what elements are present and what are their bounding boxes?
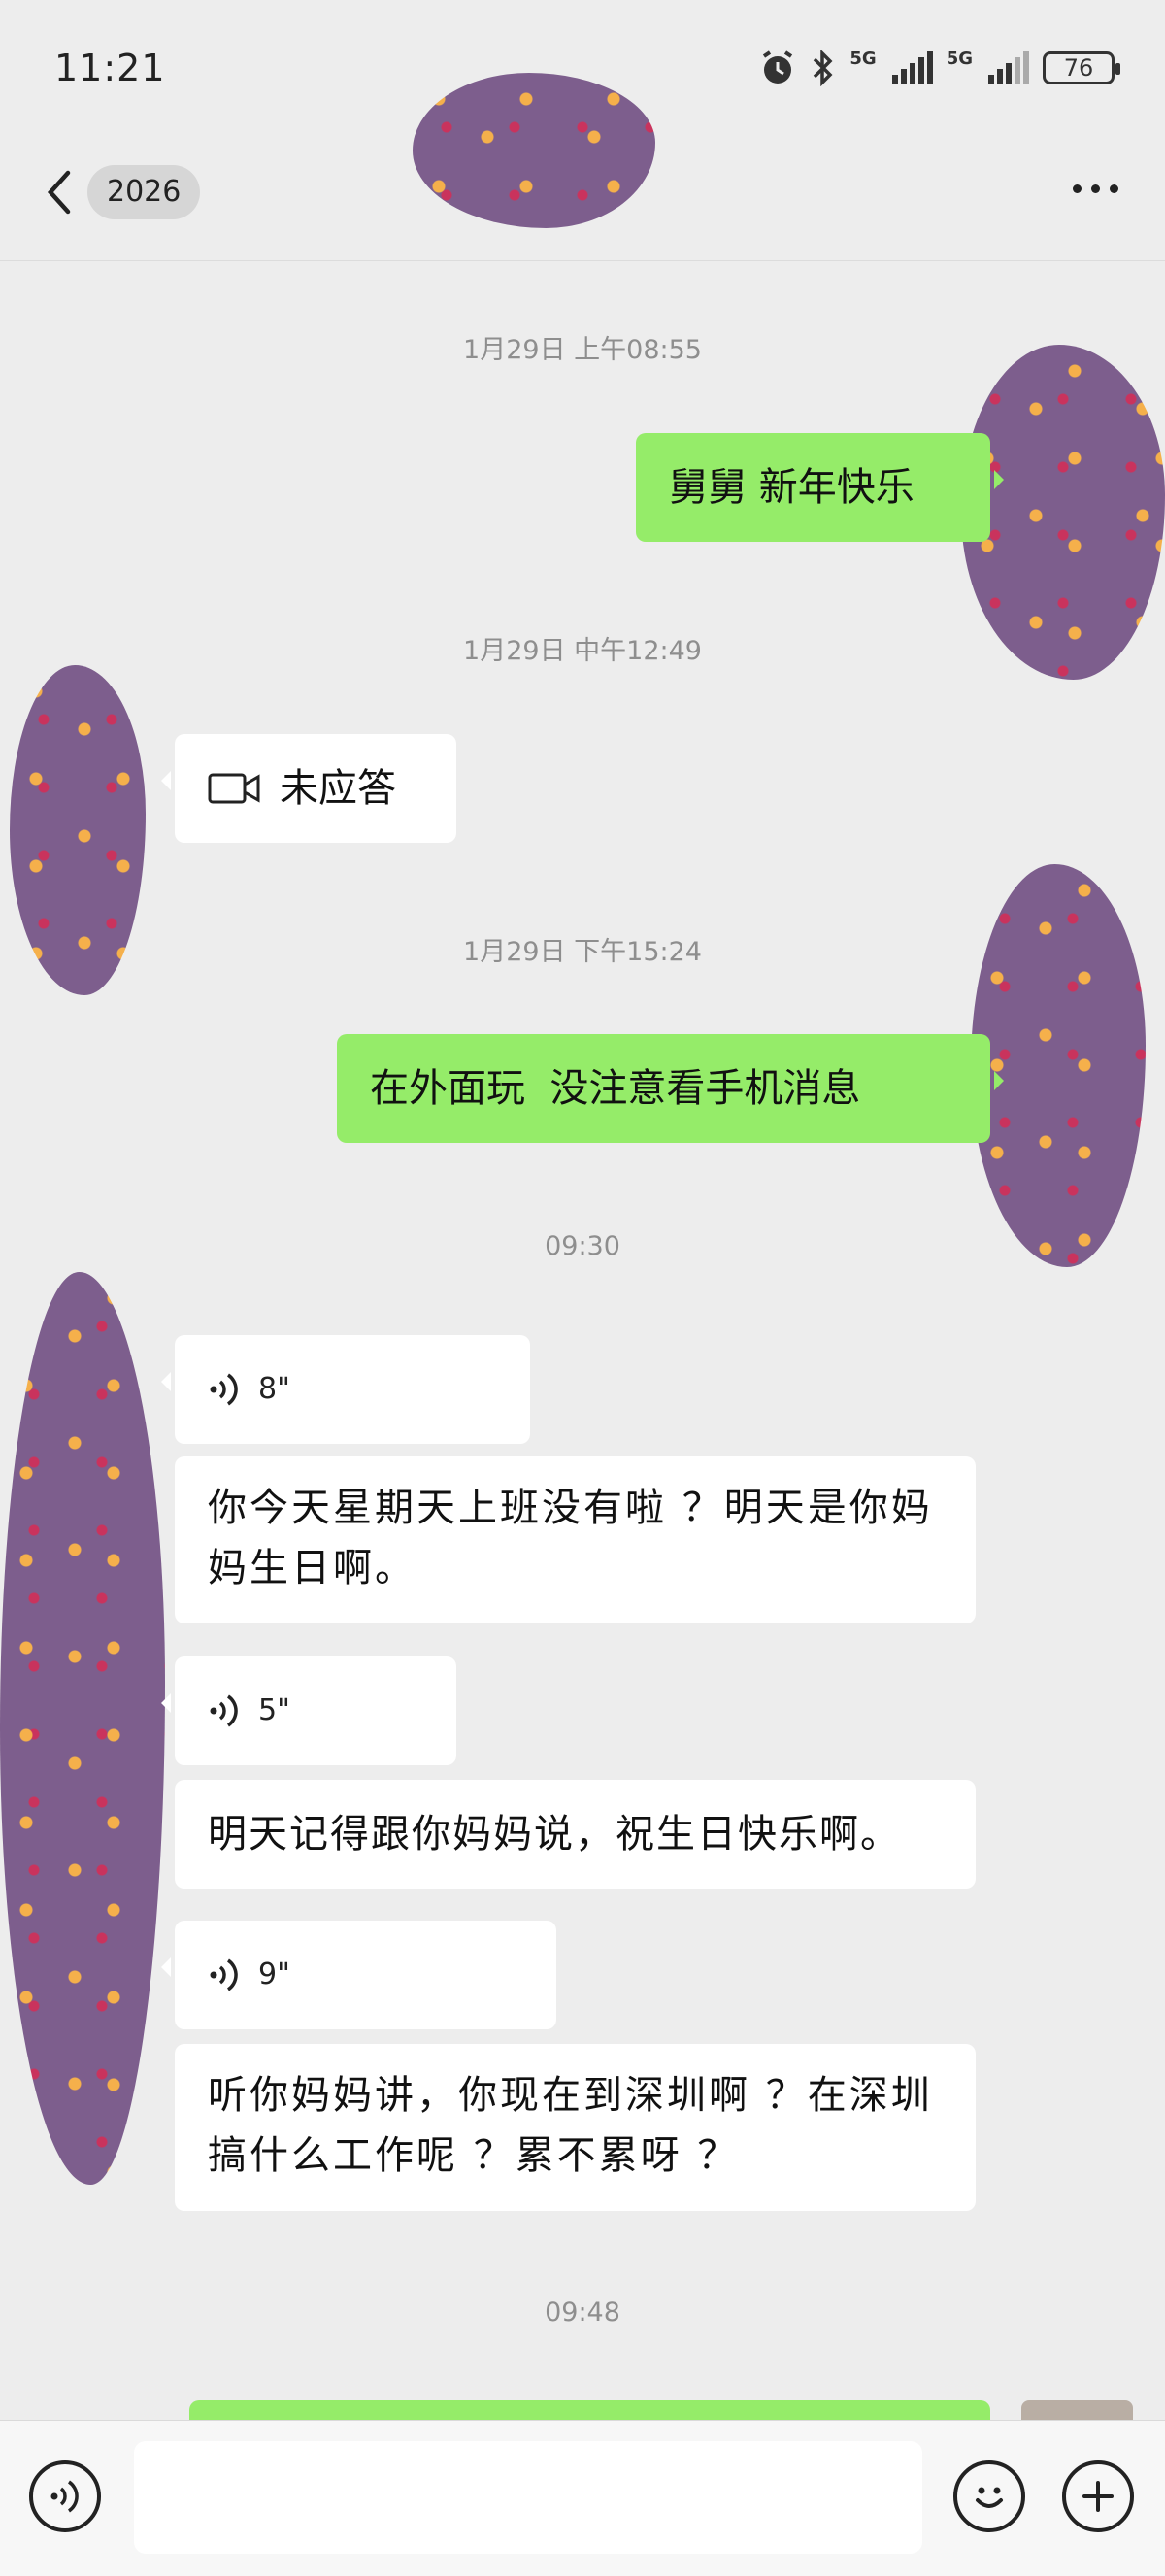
message-text: 你今天星期天上班没有啦 ？明天是你妈妈生日啊。 bbox=[208, 1486, 933, 1590]
message-bubble-received[interactable]: 听你妈妈讲，你现在到深圳啊 ？在深圳搞什么工作呢 ？累不累呀 ？ bbox=[175, 2044, 976, 2211]
timestamp: 1月29日 中午12:49 bbox=[463, 636, 702, 666]
battery-icon: 76 bbox=[1043, 51, 1120, 84]
voice-wave-icon bbox=[210, 1373, 238, 1406]
timestamp: 1月29日 上午08:55 bbox=[463, 335, 702, 365]
voice-wave-icon bbox=[210, 1694, 238, 1727]
message-text: 听你妈妈讲，你现在到深圳啊 ？在深圳搞什么工作呢 ？累不累呀 ？ bbox=[208, 2073, 933, 2178]
video-camera-icon bbox=[208, 773, 260, 804]
emoji-icon[interactable] bbox=[953, 2460, 1025, 2532]
network-type-2: 5G bbox=[946, 49, 973, 69]
voice-wave-icon bbox=[210, 1958, 238, 1991]
more-dots-icon[interactable] bbox=[1073, 184, 1118, 193]
voice-duration: 9" bbox=[258, 1957, 290, 1991]
battery-level: 76 bbox=[1063, 54, 1094, 82]
avatar[interactable] bbox=[0, 1272, 165, 2185]
timestamp: 09:48 bbox=[545, 2297, 620, 2327]
voice-message-bubble[interactable]: 5" bbox=[161, 1656, 456, 1765]
smiley-face-icon bbox=[976, 2487, 1003, 2508]
message-bubble-received[interactable]: 你今天星期天上班没有啦 ？明天是你妈妈生日啊。 bbox=[175, 1456, 976, 1623]
message-bubble-sent[interactable]: 在外面玩 没注意看手机消息 bbox=[337, 1034, 1004, 1143]
voice-message-bubble[interactable]: 8" bbox=[161, 1335, 530, 1444]
signal-icon bbox=[988, 51, 1029, 84]
voice-duration: 8" bbox=[258, 1372, 290, 1406]
voice-wave-icon bbox=[50, 2480, 79, 2513]
plus-icon[interactable] bbox=[1062, 2460, 1134, 2532]
signal-icon bbox=[891, 51, 933, 84]
message-bubble-received[interactable]: 明天记得跟你妈妈说，祝生日快乐啊。 bbox=[175, 1780, 976, 1889]
back-unread-badge[interactable]: 2026 bbox=[87, 165, 201, 219]
voice-message-bubble[interactable]: 9" bbox=[161, 1921, 556, 2029]
back-chevron-icon[interactable] bbox=[39, 165, 78, 219]
timestamp: 09:30 bbox=[545, 1231, 620, 1261]
message-text: 明天记得跟你妈妈说，祝生日快乐啊。 bbox=[208, 1812, 901, 1857]
message-input[interactable] bbox=[134, 2441, 922, 2554]
avatar[interactable] bbox=[971, 864, 1146, 1267]
plus-glyph-icon bbox=[1082, 2481, 1114, 2512]
message-text: 在外面玩 没注意看手机消息 bbox=[370, 1066, 861, 1111]
missed-video-call-bubble[interactable]: 未应答 bbox=[161, 734, 456, 843]
status-time: 11:21 bbox=[54, 47, 166, 89]
status-icons: 5G 5G 76 bbox=[758, 49, 1120, 87]
voice-duration: 5" bbox=[258, 1693, 290, 1727]
bluetooth-icon bbox=[814, 50, 833, 86]
call-status-text: 未应答 bbox=[280, 766, 396, 811]
message-text: 舅舅 新年快乐 bbox=[669, 465, 915, 510]
message-bubble-sent[interactable]: 舅舅 新年快乐 bbox=[636, 433, 1004, 542]
network-type-1: 5G bbox=[849, 49, 877, 69]
voice-input-icon[interactable] bbox=[29, 2460, 101, 2532]
alarm-icon bbox=[763, 50, 793, 84]
